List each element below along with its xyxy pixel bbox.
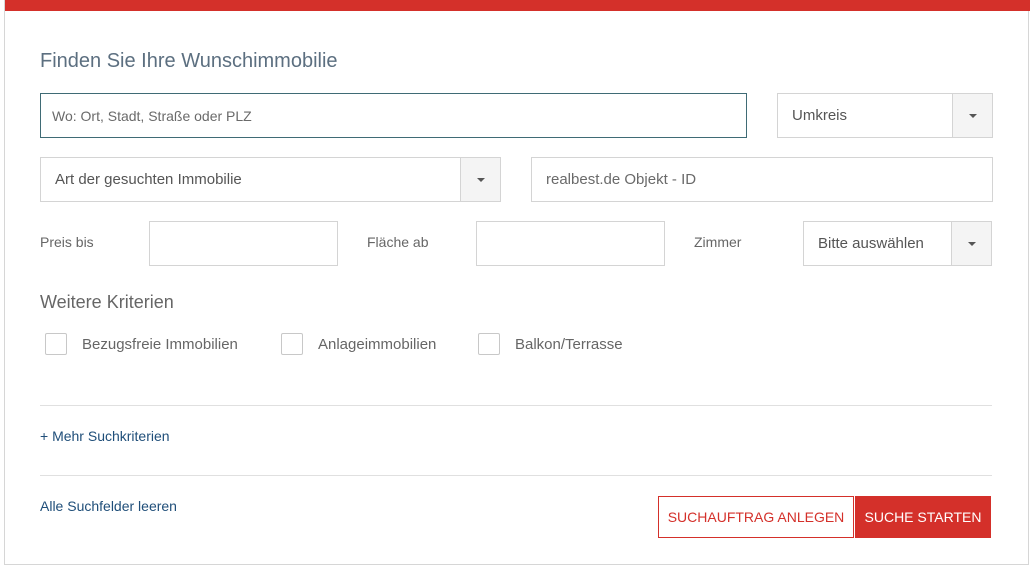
- price-field[interactable]: [149, 221, 338, 266]
- checkbox[interactable]: [478, 333, 500, 355]
- checkbox-balcony-terrace[interactable]: Balkon/Terrasse: [478, 333, 623, 355]
- radius-select[interactable]: Umkreis: [777, 93, 993, 138]
- location-input[interactable]: [41, 94, 746, 137]
- area-input[interactable]: [477, 222, 664, 265]
- divider: [40, 405, 992, 406]
- divider: [40, 475, 992, 476]
- price-label: Preis bis: [40, 234, 94, 250]
- chevron-down-icon: [476, 177, 485, 182]
- rooms-select[interactable]: Bitte auswählen: [803, 221, 992, 266]
- accent-top-bar: [5, 0, 1030, 11]
- start-search-button[interactable]: SUCHE STARTEN: [855, 496, 991, 538]
- rooms-dropdown-toggle[interactable]: [951, 222, 991, 265]
- object-id-input[interactable]: [532, 158, 992, 201]
- radius-select-value: Umkreis: [792, 107, 847, 124]
- chevron-down-icon: [967, 241, 976, 246]
- property-type-dropdown-toggle[interactable]: [460, 158, 500, 201]
- search-form-card: Finden Sie Ihre Wunschimmobilie Umkreis …: [4, 0, 1030, 565]
- area-label: Fläche ab: [367, 234, 429, 250]
- form-title: Finden Sie Ihre Wunschimmobilie: [40, 50, 338, 72]
- object-id-field[interactable]: [531, 157, 993, 202]
- clear-fields-link[interactable]: Alle Suchfelder leeren: [40, 498, 177, 514]
- checkbox-label: Balkon/Terrasse: [515, 335, 623, 353]
- radius-dropdown-toggle[interactable]: [952, 94, 992, 137]
- more-search-criteria-link[interactable]: + Mehr Suchkriterien: [40, 428, 170, 444]
- checkbox-label: Anlageimmobilien: [318, 335, 437, 353]
- checkbox-investment-properties[interactable]: Anlageimmobilien: [281, 333, 436, 355]
- property-type-select[interactable]: Art der gesuchten Immobilie: [40, 157, 501, 202]
- rooms-label: Zimmer: [694, 234, 742, 250]
- chevron-down-icon: [968, 113, 977, 118]
- save-search-button[interactable]: SUCHAUFTRAG ANLEGEN: [658, 496, 854, 538]
- property-type-select-value: Art der gesuchten Immobilie: [55, 171, 242, 188]
- location-field[interactable]: [40, 93, 747, 138]
- rooms-select-value: Bitte auswählen: [818, 235, 924, 252]
- more-criteria-title: Weitere Kriterien: [40, 292, 174, 312]
- checkbox-vacant-properties[interactable]: Bezugsfreie Immobilien: [45, 333, 238, 355]
- area-field[interactable]: [476, 221, 665, 266]
- checkbox-label: Bezugsfreie Immobilien: [82, 335, 238, 353]
- price-input[interactable]: [150, 222, 337, 265]
- checkbox[interactable]: [45, 333, 67, 355]
- checkbox[interactable]: [281, 333, 303, 355]
